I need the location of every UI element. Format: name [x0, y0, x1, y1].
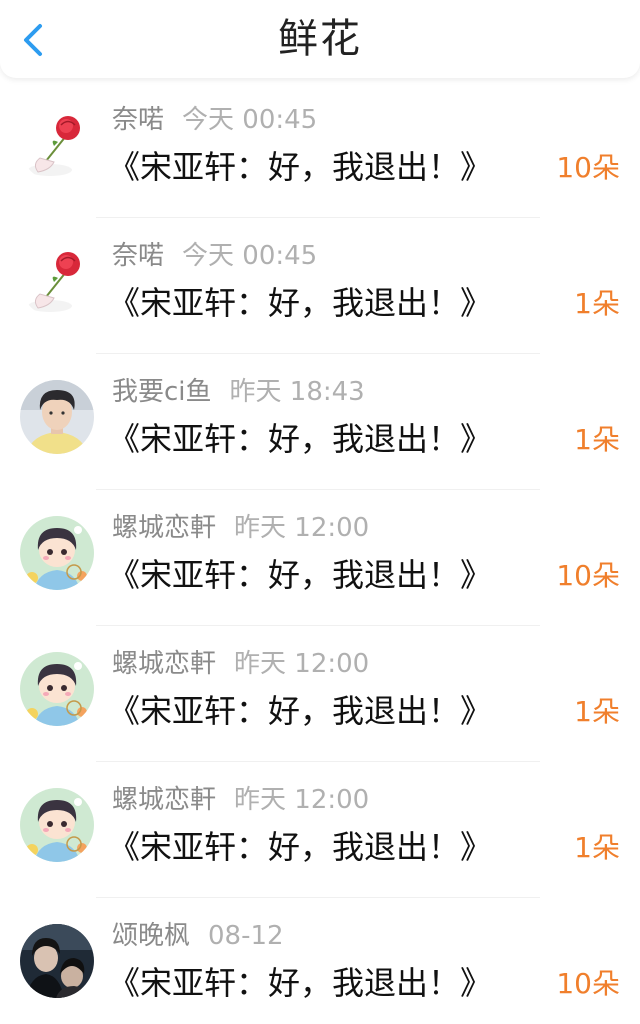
gift-time: 昨天 12:00 — [234, 785, 370, 815]
cartoon-avatar[interactable] — [20, 652, 94, 726]
flower-gift-list: 奈喏 今天 00:45 《宋亚轩：好，我退出！》 10朵 奈喏 今天 00:45… — [0, 82, 640, 1024]
photo-avatar[interactable] — [20, 380, 94, 454]
sender-name[interactable]: 螺城恋軒 — [112, 649, 216, 679]
work-title[interactable]: 《宋亚轩：好，我退出！》 — [108, 690, 492, 732]
sender-meta: 螺城恋軒 昨天 12:00 — [112, 782, 369, 818]
gift-time: 08-12 — [208, 921, 284, 951]
flower-count: 10朵 — [556, 967, 620, 1000]
sender-meta: 奈喏 今天 00:45 — [112, 238, 317, 274]
list-item[interactable]: 螺城恋軒 昨天 12:00 《宋亚轩：好，我退出！》 10朵 — [0, 490, 640, 626]
list-item[interactable]: 奈喏 今天 00:45 《宋亚轩：好，我退出！》 1朵 — [0, 218, 640, 354]
sender-meta: 颂晚枫 08-12 — [112, 918, 284, 954]
top-bar: 鲜花 — [0, 0, 640, 78]
work-title[interactable]: 《宋亚轩：好，我退出！》 — [108, 826, 492, 868]
work-title[interactable]: 《宋亚轩：好，我退出！》 — [108, 418, 492, 460]
cartoon-avatar[interactable] — [20, 788, 94, 862]
flower-count: 1朵 — [574, 831, 620, 864]
work-title[interactable]: 《宋亚轩：好，我退出！》 — [108, 146, 492, 188]
gift-time: 昨天 12:00 — [234, 513, 370, 543]
sender-name[interactable]: 螺城恋軒 — [112, 785, 216, 815]
flower-count: 1朵 — [574, 695, 620, 728]
cartoon-avatar[interactable] — [20, 516, 94, 590]
flower-count: 10朵 — [556, 151, 620, 184]
work-title[interactable]: 《宋亚轩：好，我退出！》 — [108, 962, 492, 1004]
sender-name[interactable]: 颂晚枫 — [112, 921, 190, 951]
dark-photo-avatar[interactable] — [20, 924, 94, 998]
sender-meta: 螺城恋軒 昨天 12:00 — [112, 510, 369, 546]
rose-icon[interactable] — [20, 244, 94, 318]
sender-meta: 奈喏 今天 00:45 — [112, 102, 317, 138]
gift-time: 今天 00:45 — [182, 105, 318, 135]
gift-time: 今天 00:45 — [182, 241, 318, 271]
gift-time: 昨天 18:43 — [229, 377, 365, 407]
list-item[interactable]: 颂晚枫 08-12 《宋亚轩：好，我退出！》 10朵 — [0, 898, 640, 1024]
gift-time: 昨天 12:00 — [234, 649, 370, 679]
sender-name[interactable]: 奈喏 — [112, 105, 164, 135]
rose-icon[interactable] — [20, 108, 94, 182]
list-item[interactable]: 螺城恋軒 昨天 12:00 《宋亚轩：好，我退出！》 1朵 — [0, 626, 640, 762]
sender-name[interactable]: 螺城恋軒 — [112, 513, 216, 543]
flowers-page: 鲜花 奈喏 今天 00:45 《宋亚轩：好，我退出！》 10朵 奈喏 今天 00… — [0, 0, 640, 1024]
list-item[interactable]: 我要ci鱼 昨天 18:43 《宋亚轩：好，我退出！》 1朵 — [0, 354, 640, 490]
work-title[interactable]: 《宋亚轩：好，我退出！》 — [108, 282, 492, 324]
list-item[interactable]: 奈喏 今天 00:45 《宋亚轩：好，我退出！》 10朵 — [0, 82, 640, 218]
flower-count: 10朵 — [556, 559, 620, 592]
flower-count: 1朵 — [574, 423, 620, 456]
list-item[interactable]: 螺城恋軒 昨天 12:00 《宋亚轩：好，我退出！》 1朵 — [0, 762, 640, 898]
sender-meta: 螺城恋軒 昨天 12:00 — [112, 646, 369, 682]
page-title: 鲜花 — [278, 16, 362, 62]
work-title[interactable]: 《宋亚轩：好，我退出！》 — [108, 554, 492, 596]
flower-count: 1朵 — [574, 287, 620, 320]
sender-meta: 我要ci鱼 昨天 18:43 — [112, 374, 365, 410]
sender-name[interactable]: 奈喏 — [112, 241, 164, 271]
sender-name[interactable]: 我要ci鱼 — [112, 377, 212, 407]
